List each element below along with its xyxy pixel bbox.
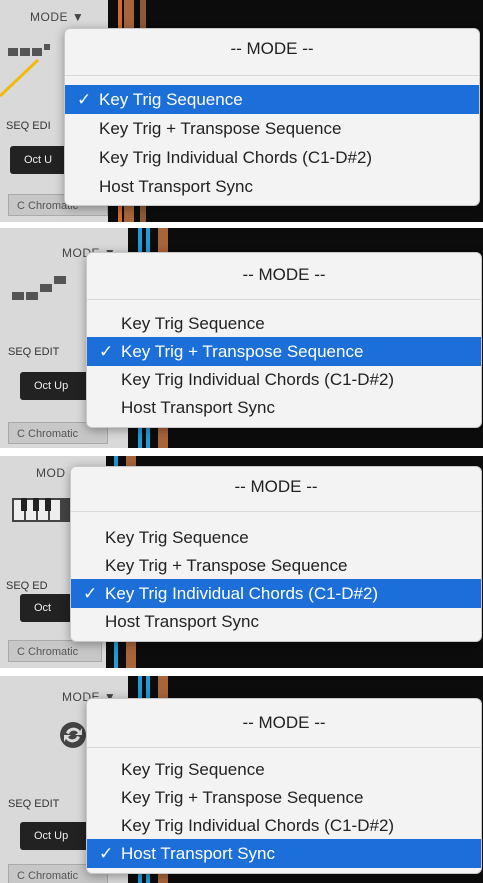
mode-dropdown-menu: -- MODE -- Key Trig Sequence ✓ Key Trig … [86,252,482,428]
mode-dropdown-menu: -- MODE -- ✓ Key Trig Sequence Key Trig … [64,28,480,206]
screenshot-panel-3: MOD SEQ ED Oct C Chromatic -- MODE -- Ke… [0,456,483,668]
screenshot-panel-1: MODE ▼ SEQ EDI Oct U C Chromatic -- MODE… [0,0,483,222]
sync-icon [60,722,86,748]
menu-item-key-trig-transpose[interactable]: Key Trig + Transpose Sequence [71,551,481,580]
checkmark-icon: ✓ [77,90,92,109]
menu-item-label: Key Trig Sequence [121,760,265,779]
menu-item-label: Key Trig + Transpose Sequence [121,342,364,361]
chevron-down-icon: ▼ [71,10,85,24]
menu-item-label: Key Trig + Transpose Sequence [105,556,348,575]
menu-separator [65,75,479,76]
menu-title: -- MODE -- [234,477,318,496]
checkmark-icon: ✓ [99,342,114,361]
menu-item-label: Key Trig Sequence [121,314,265,333]
mode-label-text: MOD [36,466,66,480]
menu-title: -- MODE -- [242,265,326,284]
seq-edit-label: SEQ EDIT [8,346,60,358]
menu-item-key-trig-transpose[interactable]: Key Trig + Transpose Sequence [65,114,479,143]
checkmark-icon: ✓ [83,584,98,603]
transpose-steps-icon [12,276,66,300]
menu-title: -- MODE -- [242,713,326,732]
mode-dropdown-menu: -- MODE -- Key Trig Sequence Key Trig + … [70,466,482,642]
menu-item-key-trig-chords[interactable]: Key Trig Individual Chords (C1-D#2) [65,143,479,172]
menu-item-label: Key Trig Individual Chords (C1-D#2) [105,584,379,603]
mode-dropdown-label[interactable]: MODE ▼ [30,10,84,24]
menu-separator [87,747,481,748]
menu-item-host-transport-sync[interactable]: Host Transport Sync [87,393,481,422]
seq-edit-label: SEQ ED [6,580,48,592]
scale-selector[interactable]: C Chromatic [8,640,102,662]
menu-item-label: Key Trig + Transpose Sequence [99,119,342,138]
seq-edit-label: SEQ EDIT [8,798,60,810]
checkmark-icon: ✓ [99,844,114,863]
menu-item-label: Key Trig Individual Chords (C1-D#2) [121,370,395,389]
menu-item-key-trig-sequence[interactable]: Key Trig Sequence [87,309,481,338]
menu-title: -- MODE -- [230,39,314,58]
menu-item-host-transport-sync[interactable]: ✓ Host Transport Sync [87,839,481,868]
menu-item-key-trig-chords[interactable]: ✓ Key Trig Individual Chords (C1-D#2) [71,579,481,608]
menu-item-key-trig-transpose[interactable]: Key Trig + Transpose Sequence [87,783,481,812]
menu-item-label: Key Trig Individual Chords (C1-D#2) [99,148,373,167]
menu-item-key-trig-sequence[interactable]: Key Trig Sequence [71,523,481,552]
screenshot-panel-4: MODE ▼ SEQ EDIT Oct Up C Chromatic -- MO… [0,676,483,883]
menu-item-label: Key Trig Sequence [105,528,249,547]
menu-item-label: Host Transport Sync [121,398,276,417]
menu-item-label: Host Transport Sync [121,844,276,863]
menu-item-key-trig-sequence[interactable]: ✓ Key Trig Sequence [65,85,479,114]
menu-item-host-transport-sync[interactable]: Host Transport Sync [71,607,481,636]
pointer-arrow [0,58,40,98]
menu-item-label: Host Transport Sync [99,177,254,196]
menu-item-key-trig-sequence[interactable]: Key Trig Sequence [87,755,481,784]
menu-item-key-trig-chords[interactable]: Key Trig Individual Chords (C1-D#2) [87,811,481,840]
menu-item-key-trig-transpose[interactable]: ✓ Key Trig + Transpose Sequence [87,337,481,366]
menu-item-label: Key Trig + Transpose Sequence [121,788,364,807]
menu-separator [71,511,481,512]
mode-dropdown-menu: -- MODE -- Key Trig Sequence Key Trig + … [86,698,482,874]
piano-keys-icon [12,498,70,522]
seq-edit-label: SEQ EDI [6,120,51,132]
menu-item-label: Key Trig Individual Chords (C1-D#2) [121,816,395,835]
menu-item-key-trig-chords[interactable]: Key Trig Individual Chords (C1-D#2) [87,365,481,394]
menu-item-label: Host Transport Sync [105,612,260,631]
menu-item-label: Key Trig Sequence [99,90,243,109]
menu-item-host-transport-sync[interactable]: Host Transport Sync [65,172,479,201]
screenshot-panel-2: MODE ▼ SEQ EDIT Oct Up C Chromatic -- MO… [0,228,483,448]
mode-dropdown-label[interactable]: MOD [36,466,66,480]
menu-separator [87,299,481,300]
mode-label-text: MODE [30,10,68,24]
